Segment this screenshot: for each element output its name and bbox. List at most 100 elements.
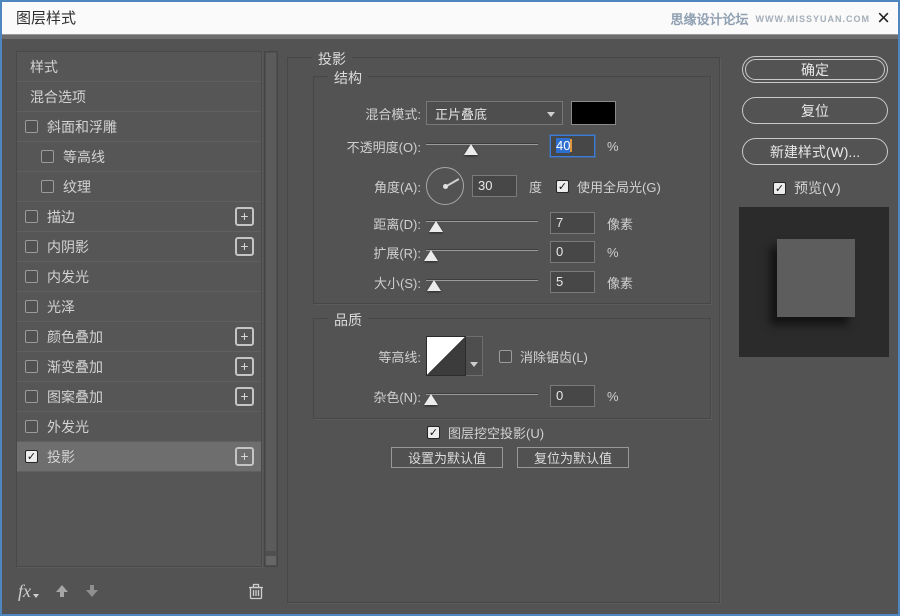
add-effect-button[interactable]: + (235, 387, 254, 406)
checkbox-unchecked[interactable] (25, 390, 38, 403)
checkbox-checked[interactable]: ✓ (556, 179, 570, 193)
contour-picker-button[interactable] (466, 336, 483, 376)
add-effect-button[interactable]: + (235, 237, 254, 256)
contour-label: 等高线: (378, 349, 421, 365)
scrollbar-thumb[interactable] (266, 53, 276, 551)
sidebar-item-pattern-overlay[interactable]: 图案叠加 + (17, 382, 261, 412)
sidebar-item-texture[interactable]: 纹理 (17, 172, 261, 202)
checkbox-unchecked[interactable] (25, 240, 38, 253)
slider-thumb[interactable] (464, 144, 478, 155)
distance-input[interactable]: 7 (550, 212, 595, 234)
angle-center-dot (442, 183, 448, 189)
blend-mode-label: 混合模式: (365, 106, 421, 122)
sidebar-item-drop-shadow[interactable]: ✓ 投影 + (17, 442, 261, 472)
preview-option[interactable]: ✓ 预览(V) (773, 178, 841, 198)
sidebar-item-outer-glow[interactable]: 外发光 (17, 412, 261, 442)
delete-effect-icon[interactable] (248, 583, 264, 600)
ok-button[interactable]: 确定 (742, 56, 888, 83)
chevron-down-icon (470, 362, 478, 367)
structure-legend: 结构 (328, 68, 368, 88)
opacity-slider[interactable] (426, 139, 538, 155)
set-default-button[interactable]: 设置为默认值 (391, 447, 503, 468)
item-label: 颜色叠加 (47, 328, 103, 345)
sidebar-item-styles[interactable]: 样式 (17, 52, 261, 82)
spread-value: 0 (556, 244, 564, 259)
checkbox-checked[interactable]: ✓ (427, 426, 440, 439)
sidebar-item-blending-options[interactable]: 混合选项 (17, 82, 261, 112)
item-label: 内阴影 (47, 238, 89, 255)
structure-group: 结构 混合模式: 正片叠底 不透明度(O): 40 % 角度(A): 30 度 (313, 68, 711, 304)
fx-menu-button[interactable]: fx (18, 581, 31, 602)
add-effect-button[interactable]: + (235, 327, 254, 346)
effects-list-scrollbar[interactable] (264, 51, 278, 567)
reset-button[interactable]: 复位 (742, 97, 888, 124)
add-effect-button[interactable]: + (235, 447, 254, 466)
size-input[interactable]: 5 (550, 271, 595, 293)
angle-dial[interactable] (426, 167, 464, 205)
antialias-option[interactable]: 消除锯齿(L) (499, 347, 588, 366)
checkbox-unchecked[interactable] (25, 120, 38, 133)
move-up-icon[interactable] (55, 584, 69, 598)
sidebar-item-inner-glow[interactable]: 内发光 (17, 262, 261, 292)
new-style-button[interactable]: 新建样式(W)... (742, 138, 888, 165)
size-slider[interactable] (426, 275, 538, 291)
item-label: 图案叠加 (47, 388, 103, 405)
item-label: 等高线 (63, 148, 105, 165)
opacity-value: 40 (556, 138, 571, 153)
size-value: 5 (556, 274, 564, 289)
drop-shadow-panel: 投影 结构 混合模式: 正片叠底 不透明度(O): 40 % 角度(A): 30… (287, 49, 720, 603)
spread-slider[interactable] (424, 245, 538, 261)
contour-row: 等高线: 消除锯齿(L) (314, 335, 704, 377)
sidebar-item-inner-shadow[interactable]: 内阴影 + (17, 232, 261, 262)
distance-slider[interactable] (426, 216, 538, 232)
noise-slider[interactable] (424, 389, 538, 405)
item-label: 外发光 (47, 418, 89, 435)
blend-mode-value: 正片叠底 (435, 106, 488, 122)
close-icon[interactable]: × (877, 4, 890, 32)
checkbox-checked[interactable]: ✓ (773, 181, 786, 195)
slider-thumb[interactable] (429, 221, 443, 232)
add-effect-button[interactable]: + (235, 357, 254, 376)
shadow-color-swatch[interactable] (571, 101, 616, 125)
spread-input[interactable]: 0 (550, 241, 595, 263)
global-light-option[interactable]: ✓ 使用全局光(G) (556, 177, 661, 196)
checkbox-checked[interactable]: ✓ (25, 450, 38, 463)
noise-row: 杂色(N): 0 % (314, 383, 704, 409)
checkbox-unchecked[interactable] (25, 300, 38, 313)
slider-track (426, 143, 538, 145)
checkbox-unchecked[interactable] (25, 420, 38, 433)
style-preview-thumbnail (739, 207, 889, 357)
move-down-icon[interactable] (85, 584, 99, 598)
checkbox-unchecked[interactable] (499, 349, 512, 363)
sidebar-item-stroke[interactable]: 描边 + (17, 202, 261, 232)
add-effect-button[interactable]: + (235, 207, 254, 226)
noise-input[interactable]: 0 (550, 385, 595, 407)
checkbox-unchecked[interactable] (25, 330, 38, 343)
slider-thumb[interactable] (427, 280, 441, 291)
angle-value: 30 (478, 178, 493, 193)
angle-input[interactable]: 30 (472, 175, 517, 197)
size-label: 大小(S): (374, 275, 421, 291)
spread-unit: % (607, 244, 619, 260)
blend-mode-select[interactable]: 正片叠底 (426, 101, 563, 125)
slider-thumb[interactable] (424, 250, 438, 261)
sidebar-item-bevel-emboss[interactable]: 斜面和浮雕 (17, 112, 261, 142)
distance-label: 距离(D): (373, 216, 421, 232)
reset-default-button[interactable]: 复位为默认值 (517, 447, 629, 468)
slider-thumb[interactable] (424, 394, 438, 405)
chevron-down-icon (547, 112, 555, 117)
slider-track (426, 279, 538, 281)
sidebar-item-color-overlay[interactable]: 颜色叠加 + (17, 322, 261, 352)
item-label: 描边 (47, 208, 75, 225)
sidebar-item-satin[interactable]: 光泽 (17, 292, 261, 322)
checkbox-unchecked[interactable] (25, 210, 38, 223)
contour-thumbnail[interactable] (426, 336, 466, 376)
checkbox-unchecked[interactable] (41, 180, 54, 193)
checkbox-unchecked[interactable] (25, 360, 38, 373)
sidebar-item-gradient-overlay[interactable]: 渐变叠加 + (17, 352, 261, 382)
checkbox-unchecked[interactable] (25, 270, 38, 283)
checkbox-unchecked[interactable] (41, 150, 54, 163)
sidebar-item-contour[interactable]: 等高线 (17, 142, 261, 172)
opacity-input[interactable]: 40 (550, 135, 595, 157)
layer-knockout-option[interactable]: ✓ 图层挖空投影(U) (427, 423, 544, 442)
